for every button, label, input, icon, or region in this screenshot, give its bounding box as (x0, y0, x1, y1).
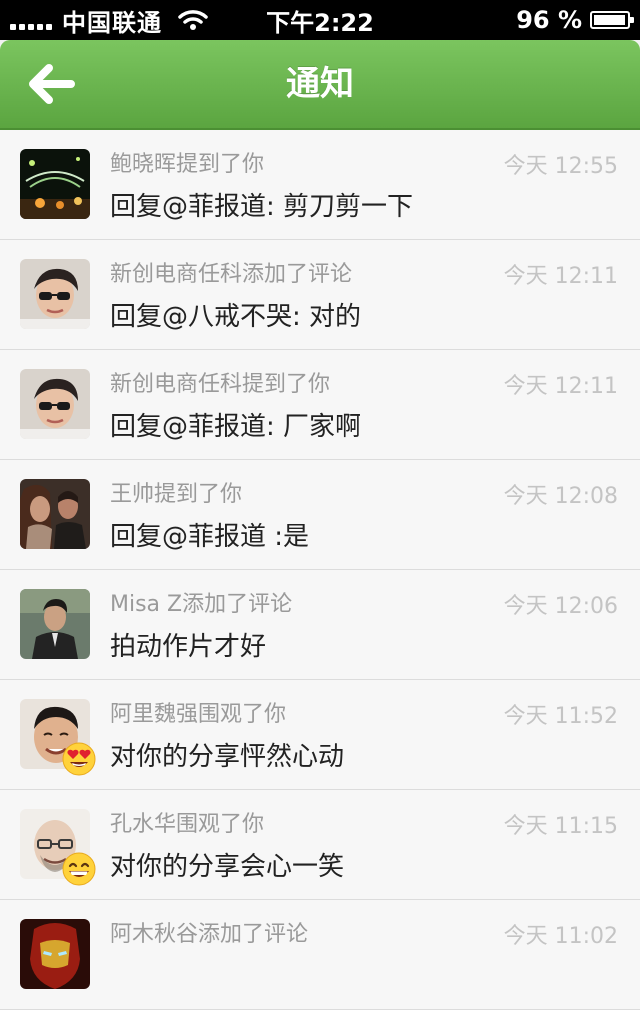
battery-fill (594, 15, 625, 25)
notification-action: 新创电商任科提到了你 (110, 372, 331, 397)
notification-content: 回复@八戒不哭: 对的 (110, 302, 362, 332)
notification-list: 鲍晓晖提到了你 今天 12:55 回复@菲报道: 剪刀剪一下 新创电商任科添加了评论… (0, 130, 640, 1010)
notification-time: 今天 12:11 (503, 374, 618, 399)
notification-item[interactable]: 王帅提到了你 今天 12:08 回复@菲报道 :是 (0, 460, 640, 570)
notification-content: 对你的分享会心一笑 (110, 852, 345, 882)
notification-time: 今天 12:55 (503, 154, 618, 179)
notification-time: 今天 12:11 (503, 264, 618, 289)
notification-time: 今天 12:08 (503, 484, 618, 509)
night-scene-avatar[interactable] (20, 149, 90, 219)
notification-action: 新创电商任科添加了评论 (110, 262, 353, 287)
notification-item[interactable]: 鲍晓晖提到了你 今天 12:55 回复@菲报道: 剪刀剪一下 (0, 130, 640, 240)
heart-eyes-emoji (62, 742, 96, 776)
man-glasses-avatar[interactable] (20, 369, 90, 439)
status-right: 96 % (516, 6, 634, 34)
notification-item[interactable]: 新创电商任科添加了评论 今天 12:11 回复@八戒不哭: 对的 (0, 240, 640, 350)
wifi-icon (178, 10, 208, 30)
notification-item[interactable]: 新创电商任科提到了你 今天 12:11 回复@菲报道: 厂家啊 (0, 350, 640, 460)
notification-time: 今天 11:52 (503, 704, 618, 729)
iron-man-avatar[interactable] (20, 919, 90, 989)
man-glasses-avatar[interactable] (20, 259, 90, 329)
notification-content: 回复@菲报道 :是 (110, 522, 310, 552)
notification-item[interactable]: Misa Z添加了评论 今天 12:06 拍动作片才好 (0, 570, 640, 680)
notification-time: 今天 11:02 (503, 924, 618, 949)
couple-photo-avatar[interactable] (20, 479, 90, 549)
notification-time: 今天 11:15 (503, 814, 618, 839)
status-left: 中国联通 (10, 3, 208, 38)
battery-percent: 96 % (516, 6, 582, 34)
notification-item[interactable]: 阿木秋谷添加了评论 今天 11:02 (0, 900, 640, 1010)
notification-content: 对你的分享怦然心动 (110, 742, 345, 772)
notification-content: 回复@菲报道: 厂家啊 (110, 412, 362, 442)
battery-icon (590, 11, 634, 29)
carrier-name: 中国联通 (62, 8, 162, 37)
notification-time: 今天 12:06 (503, 594, 618, 619)
status-bar: 中国联通 下午2:22 96 % (0, 0, 640, 40)
signal-strength-icon (10, 10, 52, 30)
notification-action: 阿里魏强围观了你 (110, 702, 287, 727)
notification-content: 回复@菲报道: 剪刀剪一下 (110, 192, 414, 222)
notification-action: 王帅提到了你 (110, 482, 243, 507)
notification-item[interactable]: 孔水华围观了你 今天 11:15 对你的分享会心一笑 (0, 790, 640, 900)
page-title: 通知 (286, 64, 354, 104)
notification-item[interactable]: 阿里魏强围观了你 今天 11:52 对你的分享怦然心动 (0, 680, 640, 790)
notification-action: 孔水华围观了你 (110, 812, 265, 837)
man-suit-avatar[interactable] (20, 589, 90, 659)
notification-action: 鲍晓晖提到了你 (110, 152, 265, 177)
notification-action: 阿木秋谷添加了评论 (110, 922, 309, 947)
grin-emoji (62, 852, 96, 886)
navigation-bar: 通知 (0, 40, 640, 130)
notification-action: Misa Z添加了评论 (110, 592, 293, 617)
notification-content: 拍动作片才好 (110, 632, 267, 662)
